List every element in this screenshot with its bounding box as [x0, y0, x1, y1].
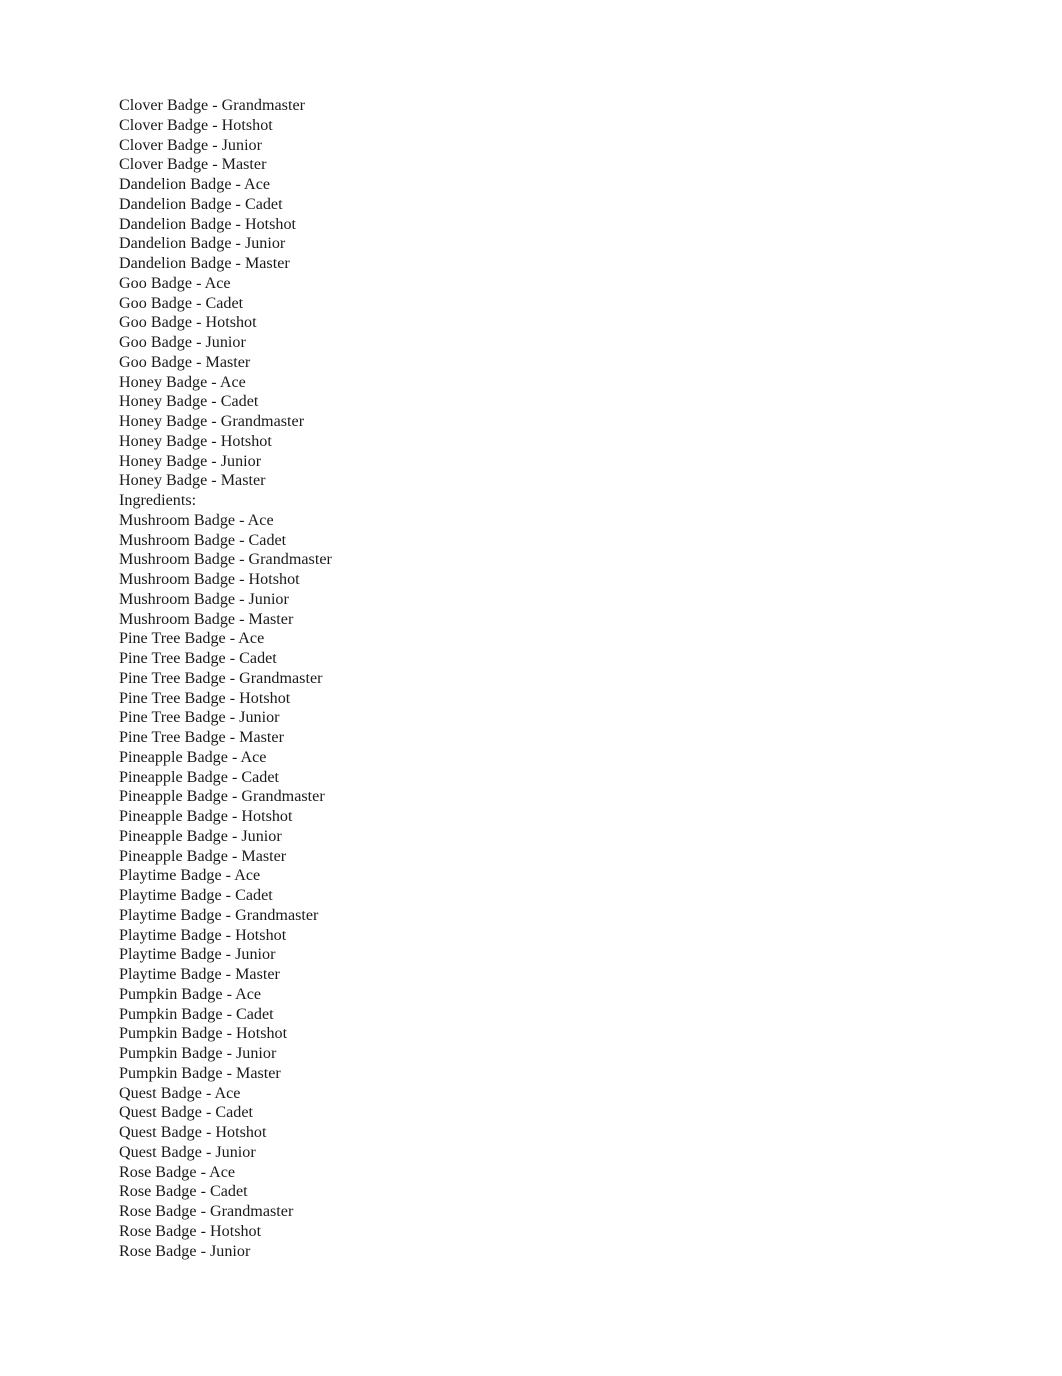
- document-line: Pineapple Badge - Junior: [119, 827, 282, 845]
- document-line: Rose Badge - Cadet: [119, 1183, 248, 1201]
- document-line: Clover Badge - Grandmaster: [119, 97, 305, 114]
- document-line: Mushroom Badge - Junior: [119, 590, 289, 608]
- document-line: Goo Badge - Ace: [119, 274, 231, 292]
- document-line: Playtime Badge - Junior: [119, 946, 276, 964]
- document-line: Playtime Badge - Master: [119, 966, 280, 983]
- document-line: Quest Badge - Junior: [119, 1143, 256, 1161]
- document-line: Dandelion Badge - Ace: [119, 176, 271, 193]
- document-line: Playtime Badge - Hotshot: [119, 926, 287, 944]
- document-line: Ingredients:: [119, 492, 197, 509]
- document-line: Pineapple Badge - Master: [119, 847, 287, 865]
- document-line: Mushroom Badge - Cadet: [119, 531, 287, 549]
- document-line: Mushroom Badge - Grandmaster: [119, 551, 332, 569]
- document-line: Honey Badge - Hotshot: [119, 432, 272, 450]
- document-line: Pine Tree Badge - Ace: [119, 630, 265, 648]
- document-line: Pine Tree Badge - Master: [119, 729, 284, 746]
- document-line: Pineapple Badge - Hotshot: [119, 808, 293, 825]
- document-line: Honey Badge - Grandmaster: [119, 413, 305, 430]
- document-text-body: Clover Badge - Grandmaster Clover Badge -…: [119, 96, 979, 1261]
- document-line: Pineapple Badge - Ace: [119, 748, 267, 766]
- document-line: Pine Tree Badge - Grandmaster: [119, 669, 323, 687]
- document-line: Dandelion Badge - Hotshot: [119, 215, 297, 233]
- document-line: Rose Badge - Grandmaster: [119, 1203, 294, 1220]
- document-line: Honey Badge - Ace: [119, 373, 246, 391]
- document-line: Clover Badge - Hotshot: [119, 116, 273, 134]
- document-line: Quest Badge - Ace: [119, 1084, 241, 1102]
- document-line: Goo Badge - Cadet: [119, 294, 244, 312]
- document-line: Pumpkin Badge - Hotshot: [119, 1025, 288, 1043]
- document-line: Pineapple Badge - Grandmaster: [119, 788, 325, 806]
- document-line: Pumpkin Badge - Ace: [119, 985, 262, 1003]
- document-line: Goo Badge - Junior: [119, 334, 246, 351]
- document-line: Pine Tree Badge - Hotshot: [119, 689, 291, 707]
- document-line: Mushroom Badge - Hotshot: [119, 571, 300, 588]
- document-line: Honey Badge - Cadet: [119, 393, 259, 411]
- document-line: Dandelion Badge - Cadet: [119, 195, 283, 213]
- document-line: Dandelion Badge - Junior: [119, 235, 286, 253]
- document-line: Pineapple Badge - Cadet: [119, 768, 280, 786]
- document-line: Honey Badge - Master: [119, 472, 266, 490]
- document-line: Clover Badge - Junior: [119, 136, 263, 154]
- document-line: Quest Badge - Hotshot: [119, 1124, 267, 1141]
- document-line: Rose Badge - Junior: [119, 1242, 251, 1260]
- document-line: Clover Badge - Master: [119, 156, 267, 174]
- document-line: Playtime Badge - Cadet: [119, 887, 273, 904]
- document-line: Goo Badge - Hotshot: [119, 314, 257, 332]
- document-line: Goo Badge - Master: [119, 353, 251, 371]
- document-line: Rose Badge - Hotshot: [119, 1222, 262, 1240]
- document-line: Playtime Badge - Ace: [119, 867, 261, 885]
- document-line: Pine Tree Badge - Cadet: [119, 650, 277, 667]
- document-line: Mushroom Badge - Master: [119, 610, 294, 628]
- document-line: Pumpkin Badge - Master: [119, 1064, 281, 1082]
- document-line: Rose Badge - Ace: [119, 1163, 236, 1181]
- document-line: Pumpkin Badge - Cadet: [119, 1005, 274, 1023]
- document-line: Mushroom Badge - Ace: [119, 511, 274, 529]
- document-line: Dandelion Badge - Master: [119, 255, 290, 272]
- document-page: Clover Badge - Grandmaster Clover Badge -…: [0, 0, 1062, 1376]
- document-line: Pumpkin Badge - Junior: [119, 1045, 277, 1062]
- document-line: Pine Tree Badge - Junior: [119, 709, 280, 727]
- document-line: Quest Badge - Cadet: [119, 1104, 254, 1122]
- document-line: Playtime Badge - Grandmaster: [119, 906, 319, 924]
- document-line: Honey Badge - Junior: [119, 452, 262, 470]
